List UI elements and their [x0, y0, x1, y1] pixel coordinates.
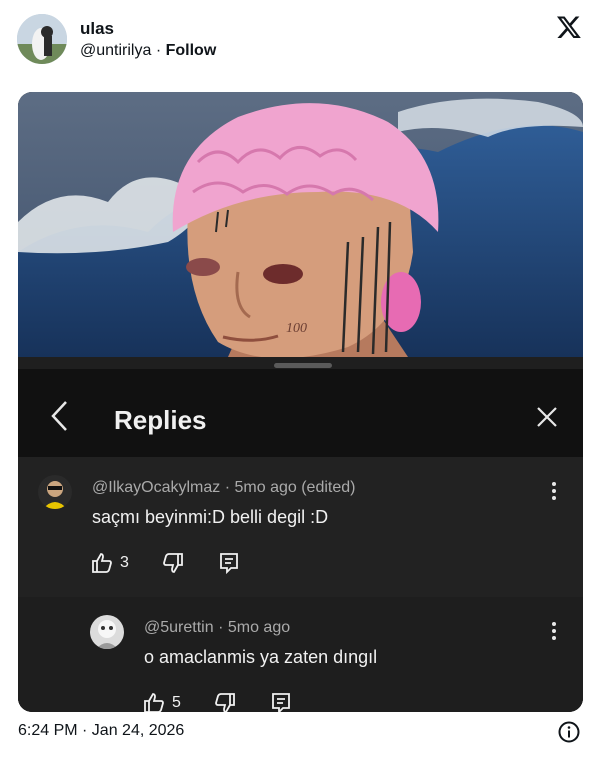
commenter-avatar[interactable] — [90, 615, 124, 649]
follow-button[interactable]: Follow — [166, 42, 217, 59]
back-chevron-icon[interactable] — [48, 399, 72, 433]
dislike-button[interactable] — [161, 551, 185, 575]
reply-button[interactable] — [217, 551, 241, 575]
comment-meta: @IlkayOcakylmaz · 5mo ago (edited) — [92, 479, 356, 496]
comment-author[interactable]: @5urettin — [144, 619, 214, 636]
drag-handle[interactable] — [274, 363, 332, 368]
commenter-avatar[interactable] — [38, 475, 72, 509]
comment-icon — [272, 693, 290, 712]
comment-actions: 3 — [90, 551, 273, 575]
comment-text: o amaclanmis ya zaten dıngıl — [144, 647, 378, 667]
author-handle-row: @untirilya · Follow — [80, 42, 216, 60]
like-button[interactable]: 3 — [90, 551, 129, 575]
info-icon[interactable] — [558, 721, 580, 743]
thumbs-down-icon — [215, 693, 235, 712]
edited-label: (edited) — [301, 479, 356, 496]
separator-dot: · — [155, 42, 162, 59]
thumbs-down-icon — [163, 553, 183, 573]
replies-title: Replies — [114, 405, 207, 435]
replies-sheet: Replies @IlkayOcakylmaz · 5mo ago (edite… — [18, 357, 583, 712]
author-name[interactable]: ulas — [80, 19, 114, 39]
like-count: 3 — [120, 554, 129, 571]
comment-text: saçmı beyinmi:D belli degil :D — [92, 507, 329, 527]
meme-artwork: 100 — [18, 92, 583, 357]
comment-author[interactable]: @IlkayOcakylmaz — [92, 479, 220, 496]
author-avatar[interactable] — [17, 14, 67, 64]
like-button[interactable]: 5 — [142, 691, 181, 712]
thumbs-up-icon — [144, 693, 164, 712]
comment-actions: 5 — [142, 691, 325, 712]
close-icon[interactable] — [535, 405, 559, 429]
comment-icon — [220, 553, 238, 575]
reply-comment: @IlkayOcakylmaz · 5mo ago (edited) saçmı… — [18, 457, 583, 597]
like-count: 5 — [172, 694, 181, 711]
comment-meta: @5urettin · 5mo ago — [144, 619, 291, 636]
more-options-icon[interactable] — [551, 481, 557, 501]
comment-age: 5mo ago — [227, 619, 291, 636]
comment-age: 5mo ago — [234, 479, 297, 496]
thumbs-up-icon — [92, 553, 112, 573]
more-options-icon[interactable] — [551, 621, 557, 641]
dislike-button[interactable] — [213, 691, 237, 712]
reply-comment: @5urettin · 5mo ago o amaclanmis ya zate… — [18, 597, 583, 712]
cheek-tattoo-text: 100 — [286, 321, 307, 336]
replies-header: Replies — [18, 363, 583, 457]
x-logo-icon[interactable] — [556, 14, 582, 40]
tweet-media[interactable]: 100 Replies @IlkayOcakylmaz · 5mo ago (e… — [18, 92, 583, 712]
author-handle[interactable]: @untirilya — [80, 42, 151, 59]
tweet-timestamp[interactable]: 6:24 PM · Jan 24, 2026 — [18, 722, 184, 740]
reply-button[interactable] — [269, 691, 293, 712]
